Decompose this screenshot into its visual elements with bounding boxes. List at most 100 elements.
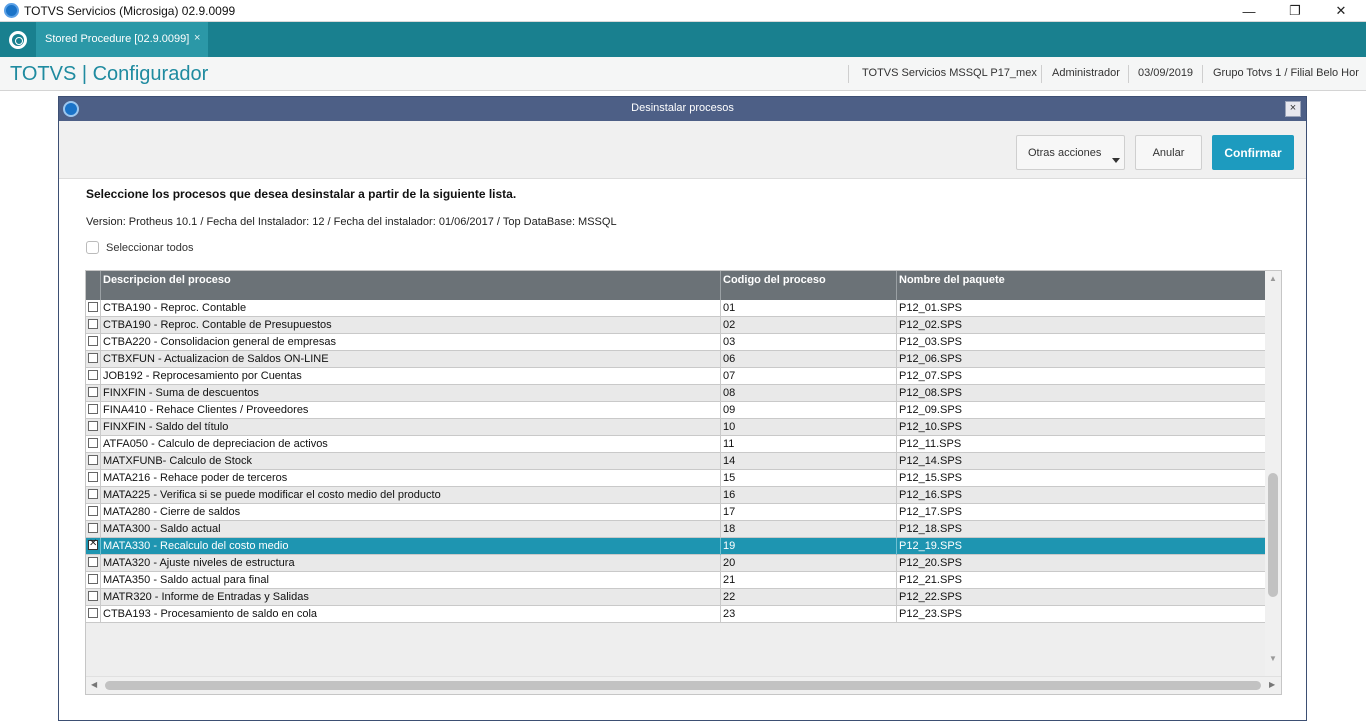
close-window-icon[interactable]: ✕ — [1318, 0, 1364, 22]
vertical-scrollbar[interactable]: ▲ ▼ — [1265, 271, 1281, 676]
table-row[interactable]: FINXFIN - Suma de descuentos 08 P12_08.SPS — [86, 385, 1265, 402]
row-checkbox[interactable] — [88, 455, 98, 465]
cell-divider — [720, 538, 721, 555]
environment-label: TOTVS Servicios MSSQL P17_mex — [862, 67, 1037, 79]
row-checkbox[interactable] — [88, 404, 98, 414]
cell-package: P12_10.SPS — [899, 421, 962, 433]
user-label: Administrador — [1052, 67, 1120, 79]
row-checkbox[interactable] — [88, 608, 98, 618]
row-checkbox[interactable] — [88, 591, 98, 601]
table-row[interactable]: FINA410 - Rehace Clientes / Proveedores 0… — [86, 402, 1265, 419]
table-row[interactable]: MATA350 - Saldo actual para final 21 P12_2… — [86, 572, 1265, 589]
table-row[interactable]: MATA225 - Verifica si se puede modificar… — [86, 487, 1265, 504]
cell-code: 09 — [723, 404, 736, 416]
cell-description: MATA216 - Rehace poder de terceros — [103, 472, 288, 484]
cell-divider — [720, 419, 721, 436]
cell-package: P12_01.SPS — [899, 302, 962, 314]
table-row[interactable]: CTBA220 - Consolidacion general de empre… — [86, 334, 1265, 351]
scroll-up-icon[interactable]: ▲ — [1269, 274, 1277, 283]
cell-description: MATA330 - Recalculo del costo medio — [103, 540, 289, 552]
cell-code: 20 — [723, 557, 736, 569]
column-header-code[interactable]: Codigo del proceso — [723, 274, 826, 286]
table-row[interactable]: MATA300 - Saldo actual 18 P12_18.SPS — [86, 521, 1265, 538]
row-checkbox[interactable] — [88, 557, 98, 567]
confirm-button[interactable]: Confirmar — [1212, 135, 1294, 170]
select-all-checkbox[interactable] — [86, 241, 99, 254]
table-row[interactable]: MATR320 - Informe de Entradas y Salidas 2… — [86, 589, 1265, 606]
table-row[interactable]: MATA320 - Ajuste niveles de estructura 20… — [86, 555, 1265, 572]
cell-divider — [896, 385, 897, 402]
horizontal-scroll-thumb[interactable] — [105, 681, 1261, 690]
cell-divider — [100, 555, 101, 572]
totvs-logo-icon[interactable] — [9, 31, 27, 49]
row-checkbox[interactable] — [88, 336, 98, 346]
cell-divider — [100, 504, 101, 521]
table-row[interactable]: MATA330 - Recalculo del costo medio 19 P12… — [86, 538, 1265, 555]
scroll-right-icon[interactable]: ▶ — [1269, 680, 1275, 689]
row-checkbox[interactable] — [88, 319, 98, 329]
grid-header: Descripcion del proceso Codigo del proce… — [86, 271, 1265, 300]
tab-stored-procedure[interactable]: Stored Procedure [02.9.0099] × — [36, 22, 208, 57]
scroll-left-icon[interactable]: ◀ — [91, 680, 97, 689]
tab-strip: Stored Procedure [02.9.0099] × — [0, 22, 1366, 57]
row-checkbox[interactable] — [88, 574, 98, 584]
row-checkbox[interactable] — [88, 421, 98, 431]
cell-divider — [896, 300, 897, 317]
column-header-description[interactable]: Descripcion del proceso — [103, 274, 231, 286]
table-row[interactable]: MATXFUNB- Calculo de Stock 14 P12_14.SPS — [86, 453, 1265, 470]
row-checkbox[interactable] — [88, 438, 98, 448]
cell-divider — [100, 453, 101, 470]
cancel-button[interactable]: Anular — [1135, 135, 1202, 170]
cell-package: P12_21.SPS — [899, 574, 962, 586]
tab-close-icon[interactable]: × — [194, 32, 200, 44]
row-checkbox[interactable] — [88, 302, 98, 312]
row-checkbox[interactable] — [88, 370, 98, 380]
cell-description: CTBA193 - Procesamiento de saldo en cola — [103, 608, 318, 620]
row-checkbox[interactable] — [88, 353, 98, 363]
cell-code: 14 — [723, 455, 736, 467]
table-row[interactable]: CTBA190 - Reproc. Contable de Presupuest… — [86, 317, 1265, 334]
header-divider — [100, 271, 101, 300]
cell-description: CTBA220 - Consolidacion general de empre… — [103, 336, 336, 348]
row-checkbox[interactable] — [88, 387, 98, 397]
row-checkbox[interactable] — [88, 523, 98, 533]
cell-description: FINXFIN - Suma de descuentos — [103, 387, 259, 399]
table-row[interactable]: FINXFIN - Saldo del título 10 P12_10.SPS — [86, 419, 1265, 436]
header-separator — [1041, 65, 1042, 83]
cell-package: P12_23.SPS — [899, 608, 962, 620]
cell-package: P12_19.SPS — [899, 540, 962, 552]
row-checkbox[interactable] — [88, 506, 98, 516]
cell-divider — [720, 317, 721, 334]
table-row[interactable]: MATA280 - Cierre de saldos 17 P12_17.SPS — [86, 504, 1265, 521]
table-row[interactable]: CTBXFUN - Actualizacion de Saldos ON-LIN… — [86, 351, 1265, 368]
cell-description: MATXFUNB- Calculo de Stock — [103, 455, 252, 467]
cell-package: P12_06.SPS — [899, 353, 962, 365]
scroll-down-icon[interactable]: ▼ — [1269, 654, 1277, 663]
cell-package: P12_16.SPS — [899, 489, 962, 501]
column-header-package[interactable]: Nombre del paquete — [899, 274, 1005, 286]
row-checkbox[interactable] — [88, 489, 98, 499]
row-checkbox[interactable] — [88, 538, 98, 550]
horizontal-scrollbar[interactable]: ◀ ▶ — [86, 676, 1281, 694]
cell-description: FINA410 - Rehace Clientes / Proveedores — [103, 404, 309, 416]
header-divider — [896, 271, 897, 300]
maximize-icon[interactable]: ❐ — [1272, 0, 1318, 22]
tab-label: Stored Procedure [02.9.0099] — [45, 33, 190, 45]
table-row[interactable]: MATA216 - Rehace poder de terceros 15 P12_… — [86, 470, 1265, 487]
dialog-close-icon[interactable]: × — [1285, 101, 1301, 117]
table-row[interactable]: CTBA190 - Reproc. Contable 01 P12_01.SPS — [86, 300, 1265, 317]
select-all[interactable]: Seleccionar todos — [86, 241, 193, 254]
row-checkbox[interactable] — [88, 472, 98, 482]
table-row[interactable]: CTBA193 - Procesamiento de saldo en cola… — [86, 606, 1265, 623]
version-info: Version: Protheus 10.1 / Fecha del Insta… — [86, 216, 617, 228]
cell-code: 07 — [723, 370, 736, 382]
vertical-scroll-thumb[interactable] — [1268, 473, 1278, 597]
cell-divider — [896, 368, 897, 385]
table-row[interactable]: ATFA050 - Calculo de depreciacion de act… — [86, 436, 1265, 453]
cell-divider — [720, 334, 721, 351]
cell-divider — [720, 402, 721, 419]
table-row[interactable]: JOB192 - Reprocesamiento por Cuentas 07 P1… — [86, 368, 1265, 385]
minimize-icon[interactable]: — — [1226, 0, 1272, 22]
header-divider — [720, 271, 721, 300]
other-actions-button[interactable]: Otras acciones — [1016, 135, 1125, 170]
